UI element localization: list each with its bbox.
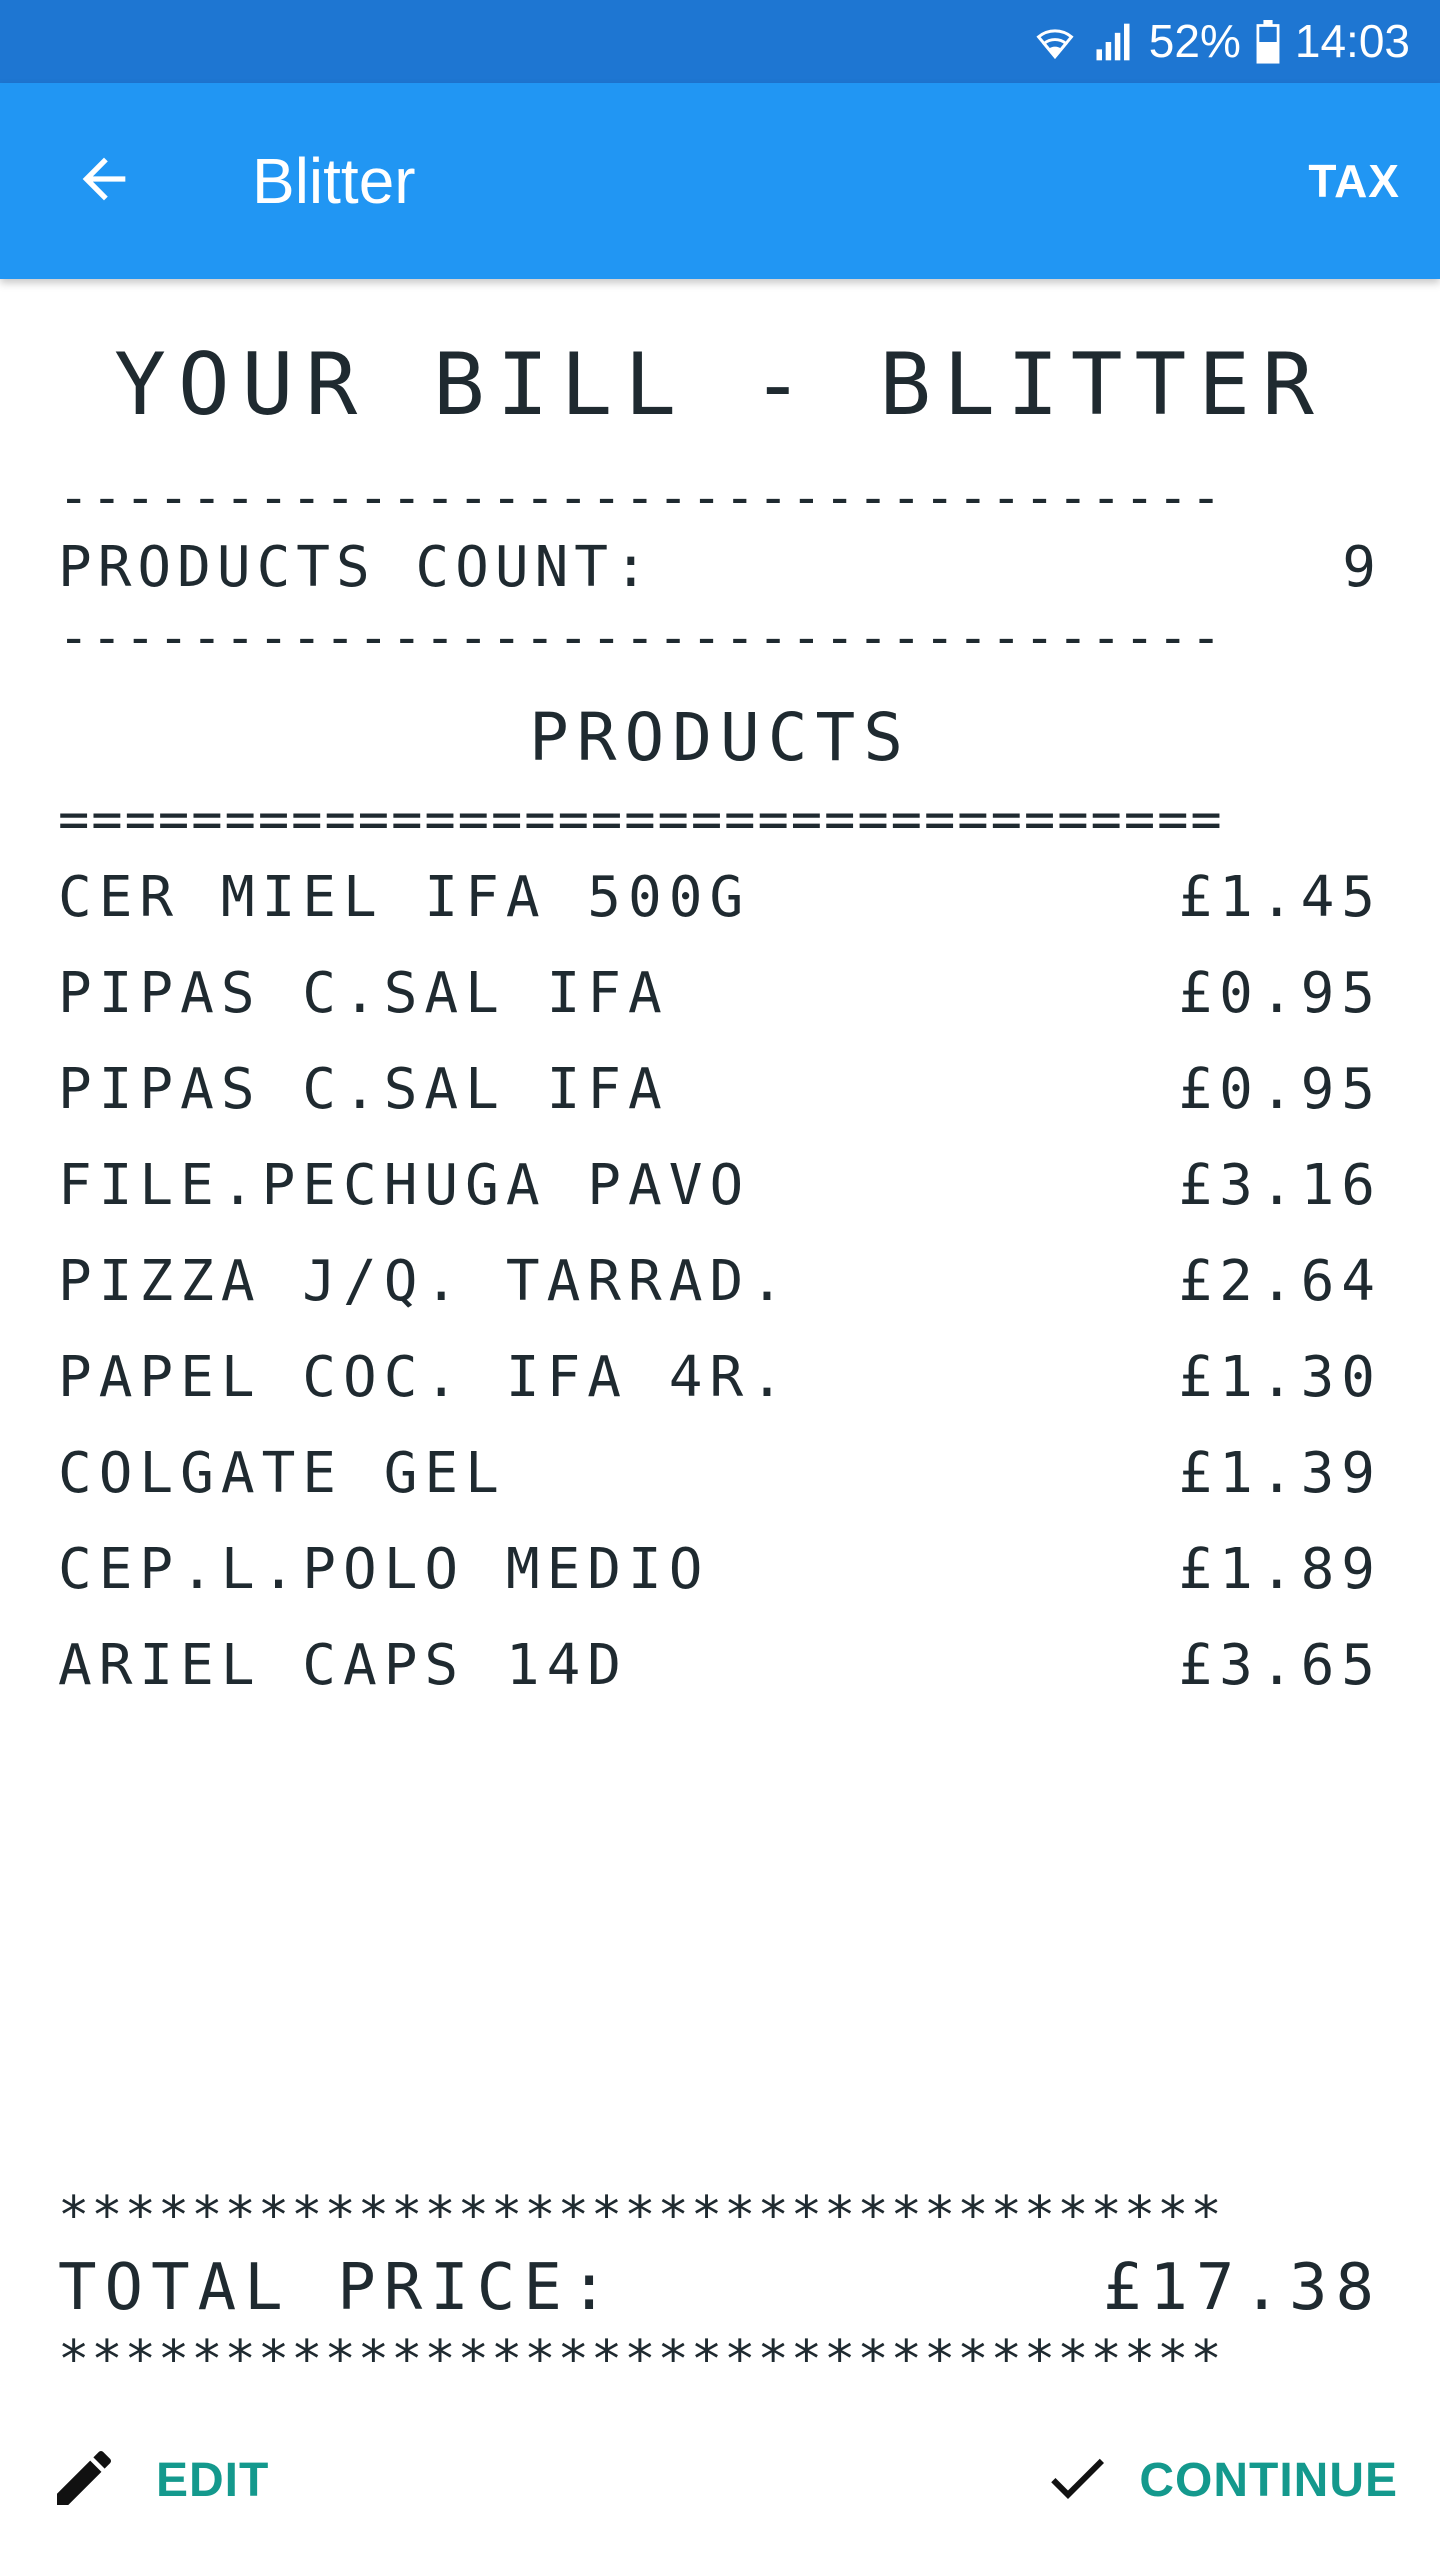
clock: 14:03 bbox=[1294, 15, 1410, 67]
pencil-icon bbox=[48, 2442, 120, 2519]
separator-dashes: ----------------------------------- bbox=[58, 608, 1224, 668]
item-price: £1.30 bbox=[1178, 1344, 1382, 1410]
item-name: ARIEL CAPS 14D bbox=[58, 1632, 629, 1698]
list-item: FILE.PECHUGA PAVO £3.16 bbox=[58, 1145, 1382, 1225]
list-item: CER MIEL IFA 500G £1.45 bbox=[58, 857, 1382, 937]
status-bar: 52% 14:03 bbox=[0, 0, 1440, 83]
list-item: COLGATE GEL £1.39 bbox=[58, 1433, 1382, 1513]
checkmark-icon bbox=[1041, 2442, 1113, 2519]
battery-icon bbox=[1255, 19, 1281, 64]
arrow-back-icon bbox=[72, 147, 136, 216]
item-name: PIPAS C.SAL IFA bbox=[58, 1056, 669, 1122]
item-price: £3.16 bbox=[1178, 1152, 1382, 1218]
item-name: CER MIEL IFA 500G bbox=[58, 864, 751, 930]
item-name: PAPEL COC. IFA 4R. bbox=[58, 1344, 791, 1410]
item-price: £1.89 bbox=[1178, 1536, 1382, 1602]
app-title: Blitter bbox=[252, 145, 416, 217]
item-price: £3.65 bbox=[1178, 1632, 1382, 1698]
item-name: PIPAS C.SAL IFA bbox=[58, 960, 669, 1026]
battery-percent: 52% bbox=[1148, 15, 1241, 67]
total-value: £17.38 bbox=[1102, 2251, 1382, 2325]
products-count-value: 9 bbox=[1342, 534, 1382, 600]
total-row: TOTAL PRICE: £17.38 bbox=[58, 2246, 1382, 2330]
item-name: FILE.PECHUGA PAVO bbox=[58, 1152, 751, 1218]
item-price: £1.39 bbox=[1178, 1440, 1382, 1506]
list-item: CEP.L.POLO MEDIO £1.89 bbox=[58, 1529, 1382, 1609]
edit-button[interactable]: EDIT bbox=[48, 2420, 269, 2540]
products-count-row: PRODUCTS COUNT: 9 bbox=[58, 532, 1382, 602]
edit-label: EDIT bbox=[156, 2453, 270, 2507]
separator-stars: *********************************** bbox=[58, 2330, 1224, 2390]
list-item: PIPAS C.SAL IFA £0.95 bbox=[58, 953, 1382, 1033]
item-price: £2.64 bbox=[1178, 1248, 1382, 1314]
list-item: ARIEL CAPS 14D £3.65 bbox=[58, 1625, 1382, 1705]
signal-icon bbox=[1091, 20, 1135, 64]
item-price: £0.95 bbox=[1178, 1056, 1382, 1122]
tax-button[interactable]: TAX bbox=[1308, 83, 1400, 279]
separator-stars: *********************************** bbox=[58, 2186, 1224, 2246]
list-item: PIZZA J/Q. TARRAD. £2.64 bbox=[58, 1241, 1382, 1321]
item-price: £0.95 bbox=[1178, 960, 1382, 1026]
products-count-label: PRODUCTS COUNT: bbox=[58, 534, 654, 600]
bill-title: YOUR BILL - BLITTER bbox=[114, 335, 1326, 435]
app-bar: Blitter TAX bbox=[0, 83, 1440, 279]
item-name: CEP.L.POLO MEDIO bbox=[58, 1536, 710, 1602]
total-label: TOTAL PRICE: bbox=[58, 2251, 617, 2325]
continue-button[interactable]: CONTINUE bbox=[1041, 2420, 1398, 2540]
continue-label: CONTINUE bbox=[1139, 2453, 1398, 2507]
bottom-action-bar: EDIT CONTINUE bbox=[0, 2420, 1440, 2540]
separator-dashes: ----------------------------------- bbox=[58, 468, 1224, 528]
item-name: PIZZA J/Q. TARRAD. bbox=[58, 1248, 791, 1314]
list-item: PIPAS C.SAL IFA £0.95 bbox=[58, 1049, 1382, 1129]
item-price: £1.45 bbox=[1178, 864, 1382, 930]
separator-equals: =================================== bbox=[58, 790, 1224, 850]
item-name: COLGATE GEL bbox=[58, 1440, 506, 1506]
products-heading: PRODUCTS bbox=[529, 699, 911, 776]
back-button[interactable] bbox=[54, 131, 154, 231]
list-item: PAPEL COC. IFA 4R. £1.30 bbox=[58, 1337, 1382, 1417]
wifi-icon bbox=[1033, 20, 1077, 64]
